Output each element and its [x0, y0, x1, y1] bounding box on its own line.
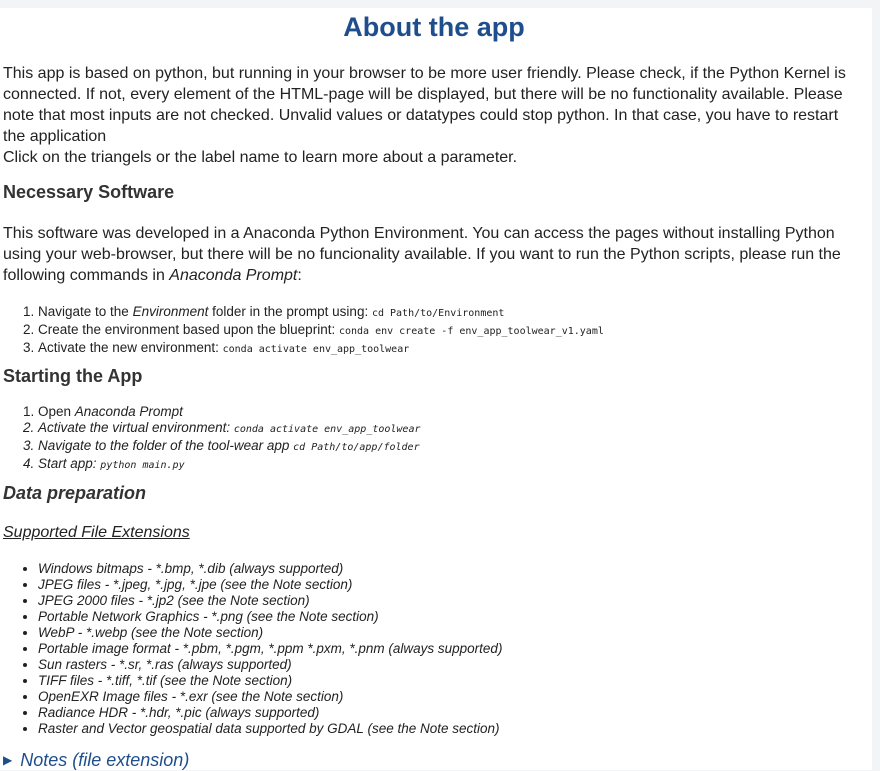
- notes-file-extension-toggle[interactable]: ▶ Notes (file extension): [3, 750, 189, 771]
- starting-steps-list: Open Anaconda Prompt Activate the virtua…: [0, 404, 420, 474]
- extension-item: Portable Network Graphics - *.png (see t…: [38, 609, 502, 625]
- intro-text: This app is based on python, but running…: [3, 63, 863, 168]
- environment-step: Create the environment based upon the bl…: [38, 322, 604, 340]
- command-code: conda env create -f env_app_toolwear_v1.…: [338, 326, 604, 337]
- starting-app-heading: Starting the App: [3, 366, 143, 386]
- starting-step: Navigate to the folder of the tool-wear …: [38, 438, 420, 456]
- triangle-right-icon: ▶: [3, 753, 13, 767]
- environment-step: Activate the new environment: conda acti…: [38, 340, 604, 358]
- command-code: conda activate env_app_toolwear: [233, 424, 421, 435]
- extension-item: Windows bitmaps - *.bmp, *.dib (always s…: [38, 561, 502, 577]
- starting-step: Open Anaconda Prompt: [38, 404, 420, 420]
- command-code: conda activate env_app_toolwear: [222, 344, 410, 355]
- notes-label: Notes (file extension): [20, 750, 190, 770]
- command-code: cd Path/to/Environment: [371, 308, 505, 319]
- extension-item: Radiance HDR - *.hdr, *.pic (always supp…: [38, 705, 502, 721]
- starting-step: Start app: python main.py: [38, 456, 420, 474]
- command-code: cd Path/to/app/folder: [293, 442, 420, 453]
- starting-step: Activate the virtual environment: conda …: [38, 420, 420, 438]
- command-code: python main.py: [100, 460, 185, 471]
- supported-extensions-subheading: Supported File Extensions: [3, 524, 190, 541]
- intro-paragraph-2: Click on the triangels or the label name…: [3, 149, 518, 166]
- environment-step: Navigate to the Environment folder in th…: [38, 304, 604, 322]
- extension-item: Sun rasters - *.sr, *.ras (always suppor…: [38, 657, 502, 673]
- environment-steps-list: Navigate to the Environment folder in th…: [0, 304, 604, 358]
- extension-item: WebP - *.webp (see the Note section): [38, 625, 502, 641]
- page-title: About the app: [343, 12, 525, 42]
- about-page: About the app This app is based on pytho…: [0, 8, 872, 770]
- intro-paragraph-1: This app is based on python, but running…: [3, 65, 846, 145]
- extensions-list: Windows bitmaps - *.bmp, *.dib (always s…: [0, 561, 502, 737]
- necessary-software-text: This software was developed in a Anacond…: [3, 225, 841, 284]
- extension-item: TIFF files - *.tiff, *.tif (see the Note…: [38, 673, 502, 689]
- necessary-software-heading: Necessary Software: [3, 182, 175, 202]
- extension-item: JPEG files - *.jpeg, *.jpg, *.jpe (see t…: [38, 577, 502, 593]
- data-preparation-heading: Data preparation: [3, 483, 147, 503]
- extension-item: Portable image format - *.pbm, *.pgm, *.…: [38, 641, 502, 657]
- extension-item: Raster and Vector geospatial data suppor…: [38, 721, 502, 737]
- extension-item: JPEG 2000 files - *.jp2 (see the Note se…: [38, 593, 502, 609]
- extension-item: OpenEXR Image files - *.exr (see the Not…: [38, 689, 502, 705]
